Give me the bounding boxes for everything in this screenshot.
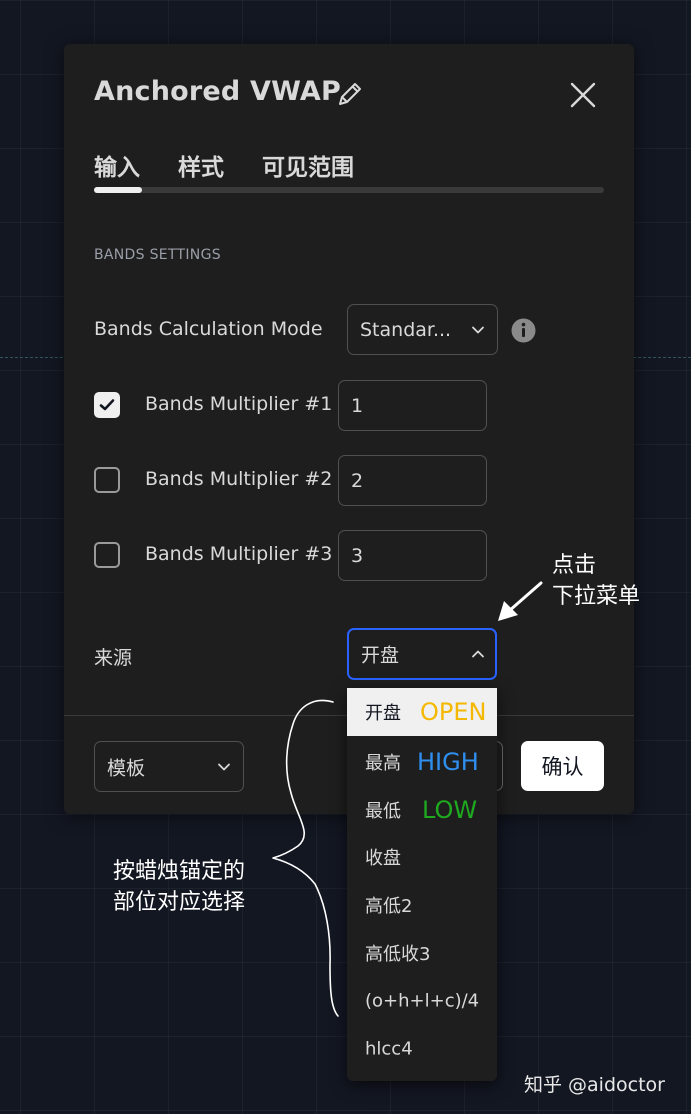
- select-hint-line1: 按蜡烛锚定的: [113, 859, 246, 884]
- watermark: 知乎 @aidoctor: [524, 1074, 665, 1096]
- arrow-icon: [498, 581, 543, 621]
- click-hint-line2: 下拉菜单: [552, 584, 641, 609]
- hand-drawn-brace: [272, 699, 339, 1017]
- click-hint-line1: 点击: [552, 553, 597, 578]
- select-hint-line2: 部位对应选择: [113, 890, 246, 915]
